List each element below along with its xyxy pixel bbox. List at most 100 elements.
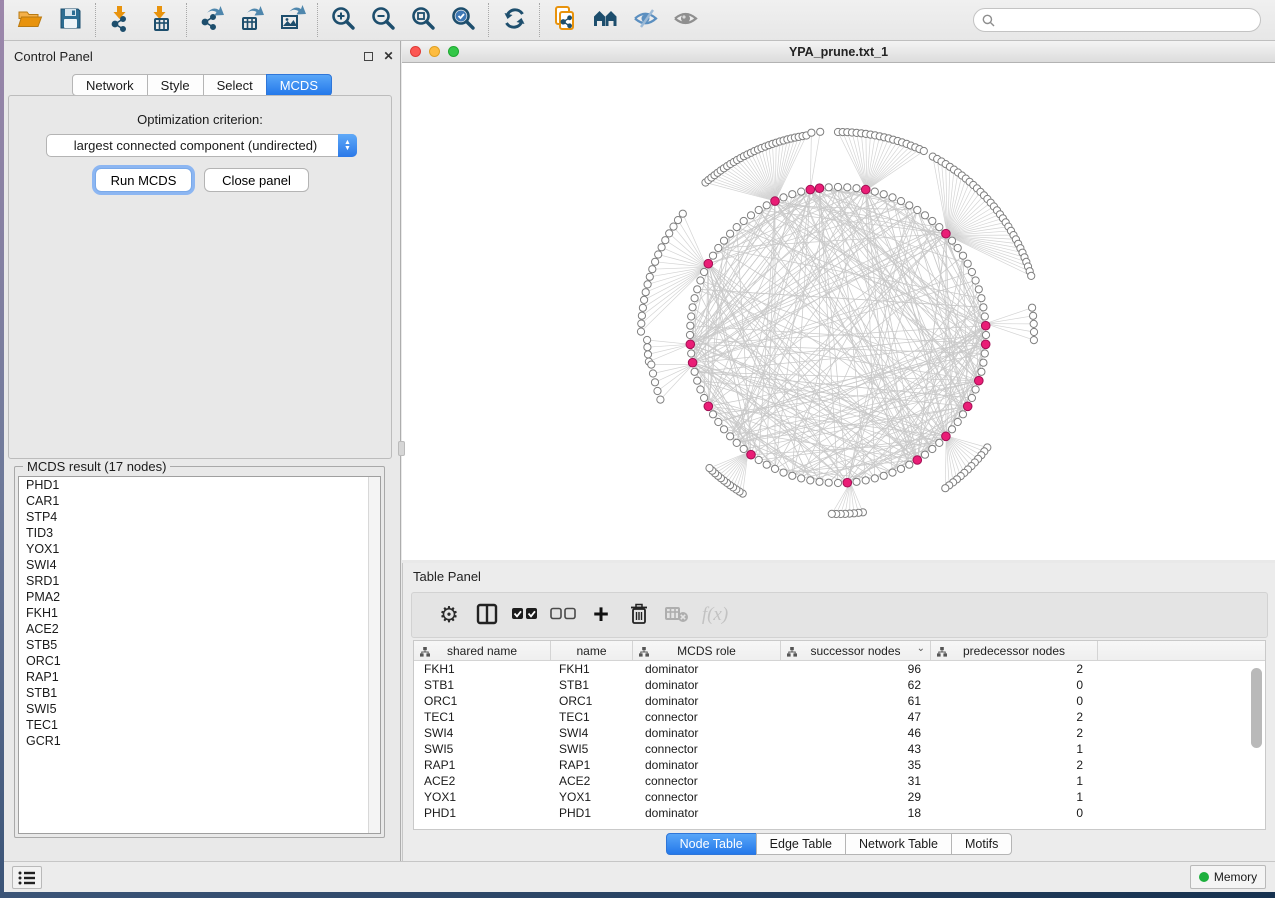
delete-column-button[interactable] bbox=[620, 596, 658, 634]
splitter-handle[interactable] bbox=[398, 441, 405, 456]
task-history-button[interactable] bbox=[12, 866, 42, 889]
tab-network[interactable]: Network bbox=[72, 74, 148, 96]
mcds-result-item[interactable]: PHD1 bbox=[19, 477, 380, 493]
table-row[interactable]: RAP1RAP1dominator352 bbox=[414, 757, 1265, 773]
mcds-result-item[interactable]: SRD1 bbox=[19, 573, 380, 589]
hide-selected-button[interactable] bbox=[625, 2, 665, 38]
mcds-list-scrollbar[interactable] bbox=[368, 477, 380, 833]
tab-mcds[interactable]: MCDS bbox=[266, 74, 332, 96]
mcds-result-item[interactable]: STP4 bbox=[19, 509, 380, 525]
toggle-panel-columns-button[interactable] bbox=[468, 596, 506, 634]
tab-edge-table[interactable]: Edge Table bbox=[756, 833, 846, 855]
network-window-titlebar[interactable]: YPA_prune.txt_1 bbox=[402, 41, 1275, 63]
network-graph bbox=[402, 63, 1275, 560]
delete-column-icon bbox=[629, 603, 649, 628]
zoom-fit-button[interactable] bbox=[403, 2, 443, 38]
optimization-criterion-select[interactable]: largest connected component (undirected)… bbox=[46, 134, 357, 157]
mcds-result-item[interactable]: PMA2 bbox=[19, 589, 380, 605]
zoom-in-button[interactable] bbox=[323, 2, 363, 38]
mcds-result-list[interactable]: PHD1CAR1STP4TID3YOX1SWI4SRD1PMA2FKH1ACE2… bbox=[18, 476, 381, 834]
table-row[interactable]: SWI5SWI5connector431 bbox=[414, 741, 1265, 757]
column-header-successor-nodes[interactable]: successor nodes⌄ bbox=[781, 641, 931, 661]
table-row[interactable]: FKH1FKH1dominator962 bbox=[414, 661, 1265, 677]
zoom-out-button[interactable] bbox=[363, 2, 403, 38]
select-all-columns-button[interactable] bbox=[506, 596, 544, 634]
column-header-predecessor-nodes[interactable]: predecessor nodes bbox=[931, 641, 1098, 661]
mcds-result-item[interactable]: CAR1 bbox=[19, 493, 380, 509]
zoom-fit-icon bbox=[410, 5, 437, 35]
tab-network-table[interactable]: Network Table bbox=[845, 833, 952, 855]
tab-select[interactable]: Select bbox=[203, 74, 267, 96]
table-row[interactable]: ORC1ORC1dominator610 bbox=[414, 693, 1265, 709]
mcds-result-item[interactable]: RAP1 bbox=[19, 669, 380, 685]
toolbar-separator bbox=[539, 3, 540, 37]
new-network-from-selection-icon bbox=[552, 5, 579, 35]
export-network-button[interactable] bbox=[192, 2, 232, 38]
table-row[interactable]: YOX1YOX1connector291 bbox=[414, 789, 1265, 805]
import-network-icon bbox=[108, 5, 135, 35]
table-panel: Table Panel ✕ ⚙+f(x) shared namenameMCDS… bbox=[402, 563, 1275, 861]
tab-node-table[interactable]: Node Table bbox=[666, 833, 757, 855]
run-mcds-button[interactable]: Run MCDS bbox=[95, 168, 192, 192]
network-canvas[interactable] bbox=[402, 63, 1275, 560]
tab-motifs[interactable]: Motifs bbox=[951, 833, 1012, 855]
table-row[interactable]: STB1STB1dominator620 bbox=[414, 677, 1265, 693]
table-row[interactable]: ACE2ACE2connector311 bbox=[414, 773, 1265, 789]
zoom-selected-button[interactable] bbox=[443, 2, 483, 38]
node-table[interactable]: shared namenameMCDS rolesuccessor nodes⌄… bbox=[413, 640, 1266, 830]
control-panel: Control Panel ✕ NetworkStyleSelectMCDS O… bbox=[4, 41, 401, 861]
table-scrollbar[interactable] bbox=[1251, 665, 1262, 825]
apply-layout-button[interactable] bbox=[494, 2, 534, 38]
mcds-result-item[interactable]: YOX1 bbox=[19, 541, 380, 557]
import-table-button[interactable] bbox=[141, 2, 181, 38]
mcds-result-item[interactable]: FKH1 bbox=[19, 605, 380, 621]
search-icon bbox=[982, 14, 995, 27]
mcds-result-item[interactable]: STB1 bbox=[19, 685, 380, 701]
table-settings-gear-button[interactable]: ⚙ bbox=[430, 596, 468, 634]
column-header-MCDS-role[interactable]: MCDS role bbox=[633, 641, 781, 661]
tab-style[interactable]: Style bbox=[147, 74, 204, 96]
main-toolbar bbox=[4, 0, 1275, 41]
export-image-button[interactable] bbox=[272, 2, 312, 38]
unselect-all-columns-button[interactable] bbox=[544, 596, 582, 634]
mcds-result-item[interactable]: SWI5 bbox=[19, 701, 380, 717]
open-file-button[interactable] bbox=[10, 2, 50, 38]
column-header-name[interactable]: name bbox=[551, 641, 633, 661]
table-row[interactable]: TEC1TEC1connector472 bbox=[414, 709, 1265, 725]
status-bar: Memory bbox=[4, 861, 1275, 892]
search-box[interactable] bbox=[973, 8, 1261, 32]
add-column-button[interactable]: + bbox=[582, 596, 620, 634]
save-session-button[interactable] bbox=[50, 2, 90, 38]
export-table-button[interactable] bbox=[232, 2, 272, 38]
first-neighbors-button[interactable] bbox=[585, 2, 625, 38]
zoom-in-icon bbox=[330, 5, 357, 35]
table-settings-gear-icon: ⚙ bbox=[439, 602, 459, 628]
table-row[interactable]: PHD1PHD1dominator180 bbox=[414, 805, 1265, 821]
memory-button[interactable]: Memory bbox=[1190, 865, 1266, 889]
import-network-button[interactable] bbox=[101, 2, 141, 38]
close-panel-button[interactable]: Close panel bbox=[204, 168, 309, 192]
mcds-result-item[interactable]: GCR1 bbox=[19, 733, 380, 749]
table-row[interactable]: SWI4SWI4dominator462 bbox=[414, 725, 1265, 741]
new-network-from-selection-button[interactable] bbox=[545, 2, 585, 38]
mcds-result-item[interactable]: STB5 bbox=[19, 637, 380, 653]
mcds-result-item[interactable]: TEC1 bbox=[19, 717, 380, 733]
float-panel-icon[interactable] bbox=[362, 50, 375, 63]
hide-selected-icon bbox=[632, 5, 659, 35]
import-table-icon bbox=[148, 5, 175, 35]
close-panel-icon[interactable]: ✕ bbox=[382, 49, 395, 62]
mcds-result-item[interactable]: ACE2 bbox=[19, 621, 380, 637]
search-input[interactable] bbox=[1000, 13, 1252, 27]
sort-indicator-icon: ⌄ bbox=[917, 643, 925, 654]
delete-table-icon bbox=[665, 605, 689, 626]
mcds-tab-content: Optimization criterion: largest connecte… bbox=[8, 95, 392, 459]
zoom-selected-icon bbox=[450, 5, 477, 35]
table-panel-tabs: Node TableEdge TableNetwork TableMotifs bbox=[403, 833, 1275, 855]
column-header-shared-name[interactable]: shared name bbox=[414, 641, 551, 661]
mcds-result-item[interactable]: ORC1 bbox=[19, 653, 380, 669]
shared-column-icon bbox=[420, 646, 430, 660]
show-all-button[interactable] bbox=[665, 2, 705, 38]
mcds-result-item[interactable]: TID3 bbox=[19, 525, 380, 541]
toolbar-separator bbox=[186, 3, 187, 37]
mcds-result-item[interactable]: SWI4 bbox=[19, 557, 380, 573]
